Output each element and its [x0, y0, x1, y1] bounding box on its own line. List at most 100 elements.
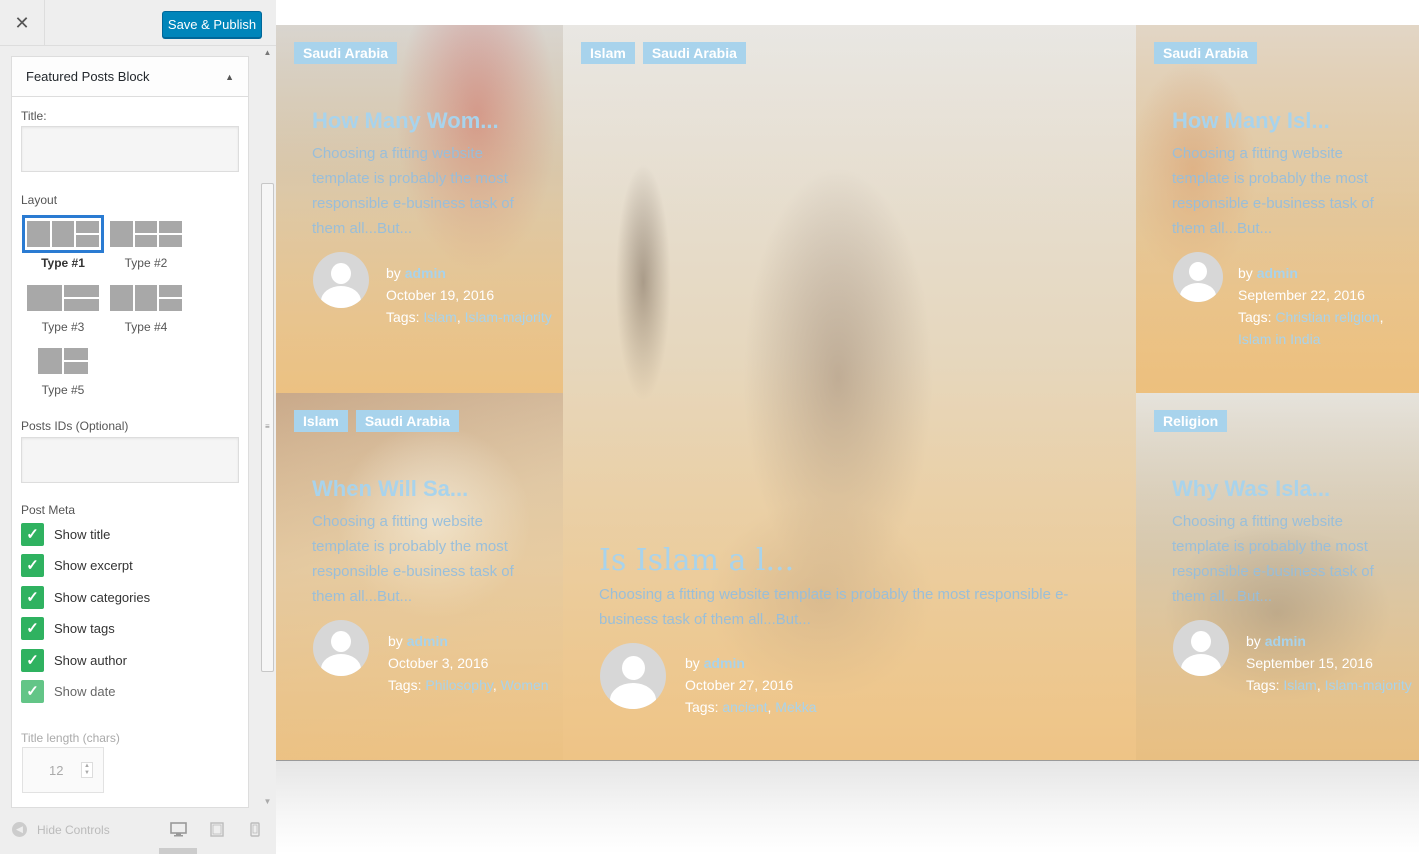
arrow-up-icon[interactable]: ▲ [225, 72, 234, 82]
tag-link[interactable]: Mekka [775, 699, 816, 715]
mobile-icon[interactable] [250, 822, 260, 840]
category-badge[interactable]: Saudi Arabia [642, 42, 746, 64]
scroll-up-icon[interactable]: ▲ [259, 48, 276, 57]
layout-option-type-5[interactable]: Type #5 [21, 342, 105, 397]
panel-footer: ◀ Hide Controls [0, 808, 276, 854]
checkbox-label: Show categories [54, 589, 151, 605]
post-title[interactable]: How Many Wom... [312, 108, 499, 134]
post-title[interactable]: Is Islam a l... [599, 543, 794, 578]
title-field[interactable] [21, 126, 239, 172]
author-link[interactable]: admin [407, 633, 448, 649]
layout-option-type-3[interactable]: Type #3 [21, 279, 105, 334]
title-label: Title: [21, 109, 47, 123]
section-header[interactable]: Featured Posts Block ▲ [12, 57, 248, 97]
show-tags-checkbox[interactable]: ✓ Show tags [21, 616, 115, 640]
layout-option-type-2[interactable]: Type #2 [104, 215, 188, 270]
author-link[interactable]: admin [704, 655, 745, 671]
post-card-featured[interactable]: Islam Saudi Arabia Is Islam a l... Choos… [563, 25, 1136, 760]
author-avatar [313, 252, 369, 308]
post-date: September 22, 2016 [1238, 287, 1365, 303]
layout-thumbnail [105, 279, 187, 317]
post-title[interactable]: Why Was Isla... [1172, 476, 1330, 502]
tags-label: Tags: [1238, 309, 1272, 325]
tag-link[interactable]: Christian religion [1275, 309, 1379, 325]
title-length-stepper[interactable]: 12 ▲ ▼ [22, 747, 104, 793]
post-categories: Religion [1154, 410, 1228, 432]
tags-label: Tags: [388, 677, 422, 693]
checkmark-icon[interactable]: ✓ [21, 585, 44, 609]
customizer-panel: ✕ Save & Publish Featured Posts Block ▲ … [0, 0, 276, 854]
author-link[interactable]: admin [1257, 265, 1298, 281]
hide-controls-button[interactable]: ◀ Hide Controls [12, 822, 110, 837]
post-title[interactable]: How Many Isl... [1172, 108, 1330, 134]
post-card[interactable]: Saudi Arabia How Many Isl... Choosing a … [1136, 25, 1419, 393]
checkmark-icon[interactable]: ✓ [21, 616, 44, 640]
scroll-down-icon[interactable]: ▼ [259, 797, 276, 806]
scrollbar-thumb[interactable]: ≡ [261, 183, 274, 672]
by-label: by [685, 655, 700, 671]
category-badge[interactable]: Saudi Arabia [294, 42, 398, 64]
show-author-checkbox[interactable]: ✓ Show author [21, 648, 127, 672]
panel-scrollbar[interactable]: ▲ ≡ ▼ [259, 46, 276, 808]
post-card[interactable]: Saudi Arabia How Many Wom... Choosing a … [276, 25, 563, 393]
category-badge[interactable]: Islam [294, 410, 348, 432]
post-categories: Saudi Arabia [294, 42, 398, 64]
tag-link[interactable]: ancient [722, 699, 767, 715]
site-preview: Saudi Arabia How Many Wom... Choosing a … [276, 0, 1419, 854]
author-link[interactable]: admin [1265, 633, 1306, 649]
tags-label: Tags: [685, 699, 719, 715]
spinner-arrows-icon[interactable]: ▲ ▼ [81, 762, 93, 778]
checkmark-icon[interactable]: ✓ [21, 679, 44, 703]
category-badge[interactable]: Saudi Arabia [1154, 42, 1258, 64]
layout-thumbnail [22, 342, 104, 380]
tag-link[interactable]: Islam in India [1238, 331, 1320, 347]
close-icon[interactable]: ✕ [0, 0, 45, 46]
checkmark-icon[interactable]: ✓ [21, 522, 44, 546]
tag-link[interactable]: Islam [1283, 677, 1316, 693]
post-excerpt: Choosing a fitting website template is p… [1172, 513, 1374, 605]
posts-ids-field[interactable] [21, 437, 239, 483]
show-title-checkbox[interactable]: ✓ Show title [21, 522, 110, 546]
post-date: October 27, 2016 [685, 677, 794, 693]
post-excerpt: Choosing a fitting website template is p… [312, 513, 514, 605]
desktop-icon[interactable] [170, 822, 187, 840]
hide-controls-label: Hide Controls [37, 822, 110, 837]
post-date: October 3, 2016 [388, 655, 489, 671]
tag-link[interactable]: Women [501, 677, 549, 693]
layout-label-type-5: Type #5 [41, 383, 85, 397]
featured-posts-section: Featured Posts Block ▲ Title: Layout Typ… [11, 56, 249, 808]
layout-option-type-1[interactable]: Type #1 [21, 215, 105, 270]
save-publish-button[interactable]: Save & Publish [162, 11, 262, 38]
post-meta: by admin September 22, 2016 Tags: Christ… [1238, 262, 1413, 350]
show-date-checkbox[interactable]: ✓ Show date [21, 679, 115, 703]
author-avatar [313, 620, 369, 676]
tags-label: Tags: [1246, 677, 1280, 693]
category-badge[interactable]: Religion [1154, 410, 1228, 432]
tag-link[interactable]: Islam-majority [1325, 677, 1412, 693]
author-avatar [600, 643, 666, 709]
tablet-icon[interactable] [210, 822, 224, 840]
tag-link[interactable]: Islam [423, 309, 456, 325]
category-badge[interactable]: Islam [581, 42, 635, 64]
show-categories-checkbox[interactable]: ✓ Show categories [21, 585, 150, 609]
post-card[interactable]: Religion Why Was Isla... Choosing a fitt… [1136, 393, 1419, 760]
layout-thumbnail [105, 215, 187, 253]
post-meta: by admin October 3, 2016 Tags: Philosoph… [388, 630, 558, 696]
posts-ids-label: Posts IDs (Optional) [21, 419, 129, 433]
category-badge[interactable]: Saudi Arabia [355, 410, 459, 432]
layout-label-type-3: Type #3 [41, 320, 85, 334]
tag-link[interactable]: Islam-majority [465, 309, 552, 325]
checkbox-label: Show date [54, 683, 116, 699]
layout-option-type-4[interactable]: Type #4 [104, 279, 188, 334]
post-excerpt: Choosing a fitting website template is p… [599, 586, 1069, 628]
show-excerpt-checkbox[interactable]: ✓ Show excerpt [21, 553, 133, 577]
post-meta: by admin October 19, 2016 Tags: Islam, I… [386, 262, 556, 328]
checkmark-icon[interactable]: ✓ [21, 648, 44, 672]
post-title[interactable]: When Will Sa... [312, 476, 468, 502]
post-date: September 15, 2016 [1246, 655, 1373, 671]
post-card[interactable]: Islam Saudi Arabia When Will Sa... Choos… [276, 393, 563, 760]
post-categories: Islam Saudi Arabia [294, 410, 459, 432]
checkmark-icon[interactable]: ✓ [21, 553, 44, 577]
tag-link[interactable]: Philosophy [425, 677, 492, 693]
author-link[interactable]: admin [405, 265, 446, 281]
